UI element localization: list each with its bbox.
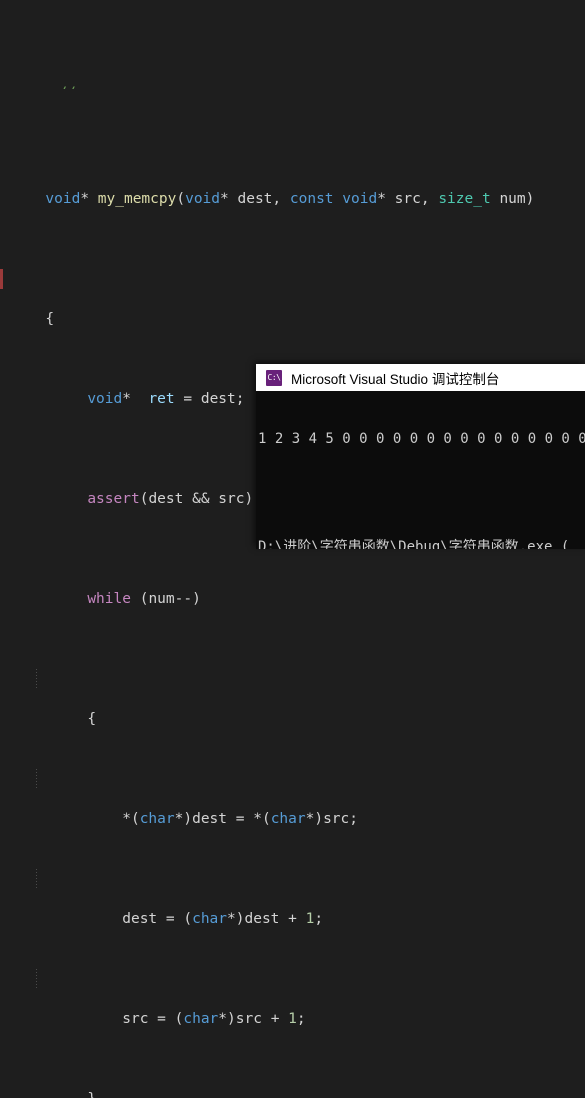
code-line-open-brace-fn[interactable]: { xyxy=(0,269,585,327)
code-tokens: assert(dest && src); xyxy=(87,491,262,507)
code-line-copy-byte[interactable]: *(char*)dest = *(char*)src; xyxy=(0,769,585,827)
code-tokens: void* my_memcpy(void* dest, const void* … xyxy=(45,191,535,207)
code-tokens: *(char*)dest = *(char*)src; xyxy=(122,811,359,827)
indent-guide xyxy=(36,869,37,889)
code-line-open-brace-while[interactable]: { xyxy=(0,669,585,727)
code-line-comment-fragment[interactable]: // xyxy=(0,80,585,89)
code-line-close-brace-while[interactable]: } xyxy=(0,1069,585,1098)
console-exe-path-line: D:\进阶\字符串函数\Debug\字符串函数.exe ( xyxy=(258,539,570,549)
change-indicator-bar xyxy=(0,269,3,289)
code-tokens: { xyxy=(87,711,97,727)
code-tokens: while (num--) xyxy=(87,591,201,607)
code-line-advance-dest[interactable]: dest = (char*)dest + 1; xyxy=(0,869,585,927)
console-output-line: 1 2 3 4 5 0 0 0 0 0 0 0 0 0 0 0 0 0 0 0 xyxy=(258,431,585,447)
comment-token: // xyxy=(58,85,75,89)
code-line-signature[interactable]: void* my_memcpy(void* dest, const void* … xyxy=(0,169,585,207)
console-output-area[interactable]: 1 2 3 4 5 0 0 0 0 0 0 0 0 0 0 0 0 0 0 0 … xyxy=(256,391,585,549)
indent-guide xyxy=(36,769,37,789)
code-line-while[interactable]: while (num--) xyxy=(0,569,585,607)
console-icon-label: C:\ xyxy=(267,372,281,382)
code-tokens: { xyxy=(45,311,55,327)
code-tokens: void* ret = dest; xyxy=(87,391,245,407)
console-app-icon: C:\ xyxy=(266,369,282,386)
code-tokens: } xyxy=(52,1091,96,1098)
code-line-advance-src[interactable]: src = (char*)src + 1; xyxy=(0,969,585,1027)
code-tokens: src = (char*)src + 1; xyxy=(52,1011,306,1027)
console-title-bar[interactable]: C:\ Microsoft Visual Studio 调试控制台 xyxy=(256,364,585,391)
code-tokens: dest = (char*)dest + 1; xyxy=(52,911,324,927)
indent-guide xyxy=(36,669,37,689)
indent-guide xyxy=(36,969,37,989)
debug-console-window[interactable]: C:\ Microsoft Visual Studio 调试控制台 1 2 3 … xyxy=(256,364,585,549)
console-title-text: Microsoft Visual Studio 调试控制台 xyxy=(291,371,500,387)
screen: // void* my_memcpy(void* dest, const voi… xyxy=(0,0,585,1098)
